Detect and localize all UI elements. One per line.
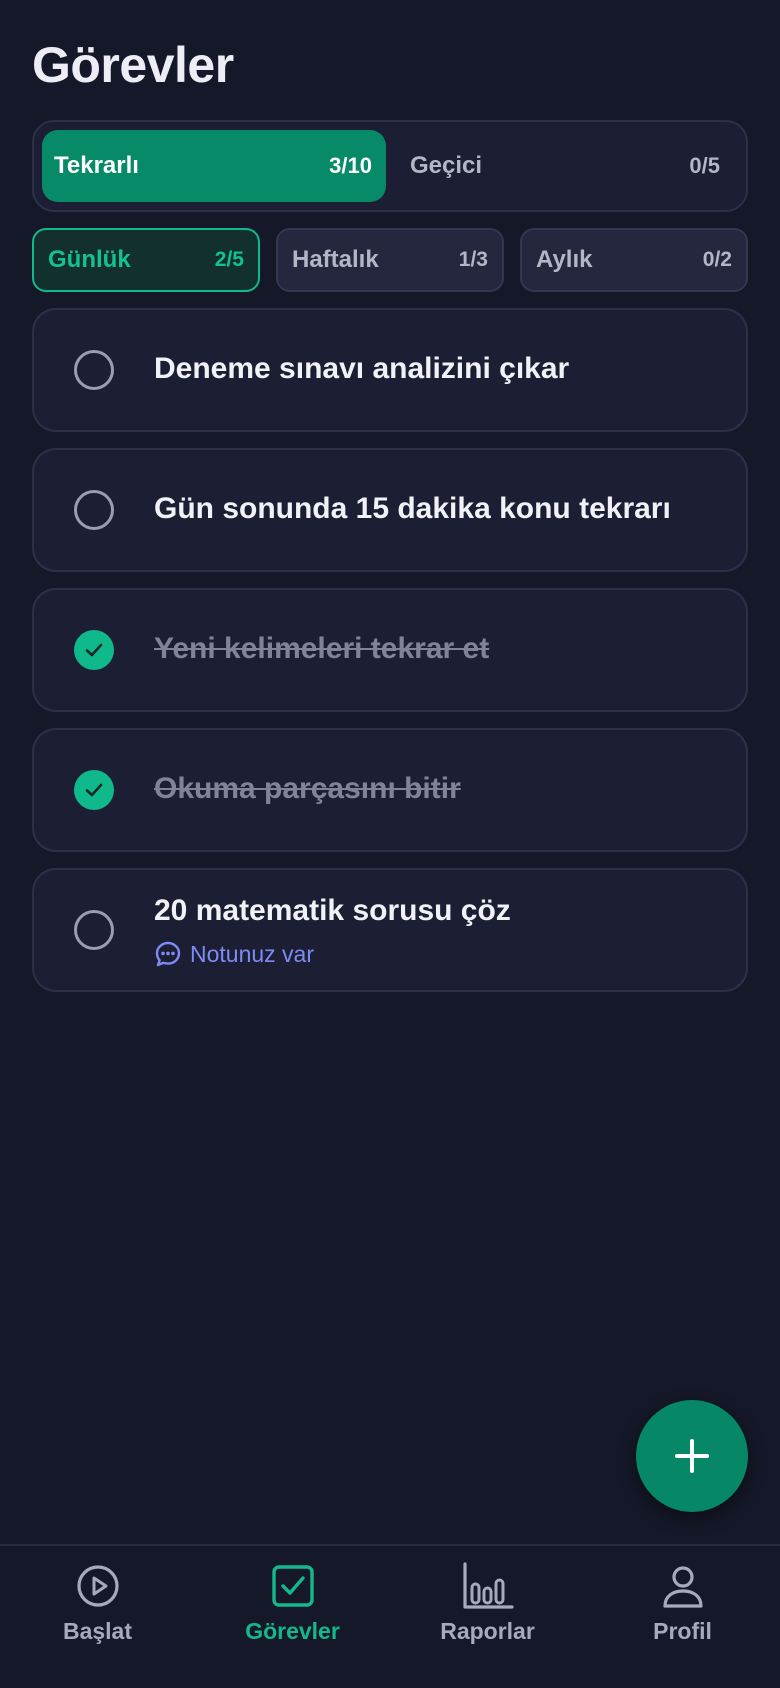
segment-recurring[interactable]: Tekrarlı 3/10 [42,130,386,202]
nav-label: Başlat [62,1618,133,1644]
period-chip-monthly[interactable]: Aylık 0/2 [520,228,748,292]
period-chip-weekly[interactable]: Haftalık 1/3 [276,228,504,292]
chat-bubble-icon [155,941,181,967]
nav-label: Görevler [245,1618,340,1644]
period-chip-count: 1/3 [458,248,488,271]
period-chip-label: Aylık [536,246,593,273]
period-chip-count: 2/5 [214,248,244,271]
segment-recurring-count: 3/10 [329,153,372,178]
checkbox-empty-icon[interactable] [74,910,114,950]
checkbox-empty-icon[interactable] [74,350,114,390]
segment-temporary-count: 0/5 [689,153,720,178]
period-chip-label: Haftalık [292,246,379,273]
period-chip-count: 0/2 [702,248,732,271]
check-circle-icon[interactable] [74,770,114,810]
task-note[interactable]: Notunuz var [154,940,314,968]
nav-item-profile[interactable]: Profil [585,1562,780,1672]
bar-chart-icon [462,1562,514,1609]
nav-label: Profil [653,1618,712,1644]
checkbox-icon [271,1565,314,1607]
play-circle-icon [76,1565,119,1607]
period-chip-label: Günlük [48,246,131,273]
nav-label: Raporlar [440,1618,535,1644]
period-chip-daily[interactable]: Günlük 2/5 [32,228,260,292]
check-circle-icon[interactable] [74,630,114,670]
task-note-label: Notunuz var [190,940,315,967]
nav-item-start[interactable]: Başlat [0,1562,195,1672]
nav-item-tasks[interactable]: Görevler [195,1562,390,1672]
segment-temporary-label: Geçici [410,152,483,179]
segment-temporary[interactable]: Geçici 0/5 [394,130,740,202]
plus-icon [675,1439,709,1473]
task-item[interactable]: Yeni kelimeleri tekrar et [32,588,748,712]
bottom-nav: Başlat Görevler Raporlar Profil [0,1544,780,1688]
task-label: Yeni kelimeleri tekrar et [154,632,490,665]
segment-recurring-label: Tekrarlı [54,152,139,179]
task-label: 20 matematik sorusu çöz [154,894,511,927]
user-icon [662,1566,703,1608]
task-item[interactable]: Deneme sınavı analizini çıkar [32,308,748,432]
add-task-button[interactable] [636,1400,748,1512]
task-type-segment: Tekrarlı 3/10 Geçici 0/5 [32,120,748,212]
task-label: Gün sonunda 15 dakika konu tekrarı [154,492,671,525]
task-item[interactable]: 20 matematik sorusu çöz Notunuz var [32,868,748,992]
task-label: Deneme sınavı analizini çıkar [154,352,570,385]
checkbox-empty-icon[interactable] [74,490,114,530]
task-label: Okuma parçasını bitir [154,772,461,805]
page-title: Görevler [32,37,234,93]
task-item[interactable]: Gün sonunda 15 dakika konu tekrarı [32,448,748,572]
task-item[interactable]: Okuma parçasını bitir [32,728,748,852]
tasks-screen: Görevler Tekrarlı 3/10 Geçici 0/5 Günlük… [0,0,780,1688]
nav-item-reports[interactable]: Raporlar [390,1562,585,1672]
